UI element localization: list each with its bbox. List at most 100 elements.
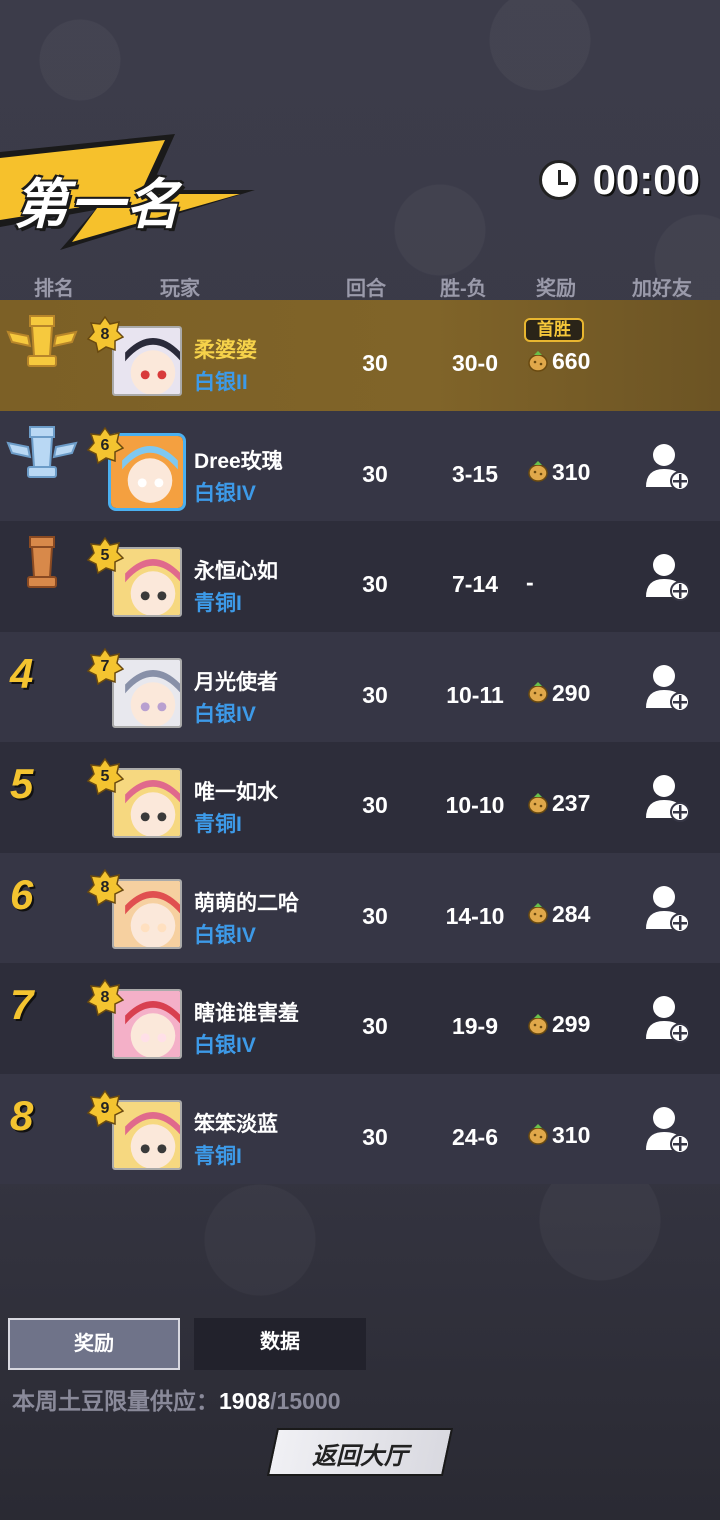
clock-icon bbox=[538, 160, 579, 200]
reward: 290 bbox=[526, 680, 590, 707]
reward-value: 237 bbox=[552, 790, 591, 816]
gold-trophy-icon bbox=[6, 315, 78, 367]
table-row: 7 8 瞎谁谁害羞 白银IV 30 19-9 299 bbox=[0, 963, 720, 1074]
win-loss: 19-9 bbox=[451, 1013, 499, 1039]
level-number: 8 bbox=[100, 878, 110, 896]
add-friend-icon[interactable] bbox=[642, 993, 692, 1043]
reward-value: 310 bbox=[552, 1121, 591, 1148]
add-friend-icon[interactable] bbox=[642, 1104, 692, 1154]
potato-coin-icon bbox=[528, 682, 548, 703]
timer-text: 00:00 bbox=[592, 156, 700, 203]
player-name: 瞎谁谁害羞 bbox=[194, 1002, 299, 1025]
col-reward: 奖励 bbox=[536, 278, 576, 300]
potato-coin-icon bbox=[528, 792, 548, 814]
supply-current: 1908 bbox=[219, 1388, 271, 1414]
player-name: Dree玫瑰 bbox=[194, 449, 283, 473]
col-add-friend: 加好友 bbox=[632, 278, 692, 300]
col-winloss: 胜-负 bbox=[440, 278, 487, 300]
rounds: 30 bbox=[362, 681, 388, 708]
level-number: 6 bbox=[100, 436, 110, 454]
rounds: 30 bbox=[362, 902, 388, 929]
col-rounds: 回合 bbox=[346, 278, 386, 300]
reward: 660 bbox=[526, 348, 590, 375]
player-name: 月光使者 bbox=[194, 670, 278, 694]
col-player: 玩家 bbox=[160, 278, 200, 300]
player-tier: 青铜I bbox=[194, 813, 242, 836]
player-name: 萌萌的二哈 bbox=[194, 891, 299, 915]
reward: 237 bbox=[526, 790, 590, 817]
win-loss: 30-0 bbox=[451, 350, 499, 376]
reward-value: 284 bbox=[552, 900, 591, 927]
player-tier: 白银II bbox=[194, 371, 248, 394]
win-loss: 24-6 bbox=[451, 1123, 499, 1150]
potato-coin-icon bbox=[528, 350, 548, 372]
tab-data[interactable]: 数据 bbox=[194, 1318, 366, 1370]
reward-value: 660 bbox=[552, 348, 591, 374]
table-row: 5 5 唯一如水 青铜I 30 10-10 237 bbox=[0, 742, 720, 853]
supply-label: 本周土豆限量供应： bbox=[12, 1388, 219, 1414]
reward: - bbox=[526, 569, 534, 596]
player-name: 笨笨淡蓝 bbox=[194, 1112, 278, 1136]
weekly-supply: 本周土豆限量供应：1908/15000 bbox=[12, 1382, 341, 1416]
level-number: 5 bbox=[100, 768, 110, 785]
rank-number: 4 bbox=[10, 649, 34, 697]
table-row: 6 8 萌萌的二哈 白银IV 30 14-10 284 bbox=[0, 852, 720, 963]
player-name: 柔婆婆 bbox=[194, 339, 257, 362]
tab-rewards[interactable]: 奖励 bbox=[8, 1318, 180, 1370]
rounds: 30 bbox=[362, 1123, 388, 1150]
column-headers: 排名 玩家 回合 胜-负 奖励 加好友 bbox=[0, 270, 720, 300]
col-rank: 排名 bbox=[34, 278, 74, 300]
bronze-trophy-icon bbox=[27, 536, 57, 588]
level-number: 8 bbox=[100, 989, 110, 1006]
reward-value: 299 bbox=[552, 1011, 591, 1037]
win-loss: 14-10 bbox=[445, 902, 505, 929]
player-tier: 白银IV bbox=[194, 1034, 256, 1057]
rounds: 30 bbox=[362, 792, 388, 818]
add-friend-icon[interactable] bbox=[642, 772, 692, 822]
potato-coin-icon bbox=[528, 1013, 548, 1035]
reward: 299 bbox=[526, 1011, 590, 1038]
rounds: 30 bbox=[362, 1013, 388, 1039]
level-number: 8 bbox=[100, 326, 110, 343]
potato-coin-icon bbox=[528, 461, 548, 482]
add-friend-icon[interactable] bbox=[642, 441, 692, 491]
rank-number: 6 bbox=[10, 870, 34, 918]
reward-value: 290 bbox=[552, 679, 591, 706]
table-row: 8 9 笨笨淡蓝 青铜I 30 24-6 310 bbox=[0, 1073, 720, 1184]
supply-max: /15000 bbox=[270, 1388, 341, 1414]
rank-number: 8 bbox=[10, 1091, 34, 1139]
level-number: 5 bbox=[100, 547, 110, 564]
first-win-badge: 首胜 bbox=[524, 318, 584, 342]
player-tier: 青铜I bbox=[194, 1144, 242, 1168]
leaderboard: 8 柔婆婆 白银II 30 30-0 首胜 660 6 Dree玫瑰 白银IV … bbox=[0, 300, 720, 1184]
player-tier: 白银IV bbox=[194, 702, 256, 726]
win-loss: 7-14 bbox=[451, 571, 499, 597]
rounds: 30 bbox=[362, 460, 388, 487]
add-friend-icon[interactable] bbox=[642, 551, 692, 601]
player-name: 唯一如水 bbox=[194, 781, 278, 804]
player-tier: 白银IV bbox=[194, 923, 256, 947]
reward: 310 bbox=[526, 459, 590, 486]
add-friend-icon[interactable] bbox=[642, 883, 692, 933]
win-loss: 3-15 bbox=[451, 460, 499, 487]
reward-value: - bbox=[526, 569, 534, 595]
level-number: 7 bbox=[100, 657, 110, 675]
add-friend-icon[interactable] bbox=[642, 662, 692, 712]
bottom-tabs: 奖励 数据 bbox=[8, 1318, 380, 1370]
page-title: 第一名 bbox=[14, 175, 182, 235]
silver-trophy-icon bbox=[6, 425, 78, 478]
reward: 310 bbox=[526, 1122, 590, 1149]
potato-coin-icon bbox=[528, 1124, 548, 1145]
timer: 00:00 bbox=[538, 156, 700, 204]
win-loss: 10-11 bbox=[446, 681, 504, 708]
rank-number: 5 bbox=[10, 760, 34, 807]
player-tier: 白银IV bbox=[194, 481, 256, 505]
potato-coin-icon bbox=[528, 903, 548, 924]
player-tier: 青铜I bbox=[194, 592, 242, 615]
back-to-lobby-label: 返回大厅 bbox=[312, 1443, 408, 1470]
rounds: 30 bbox=[362, 350, 388, 376]
rounds: 30 bbox=[362, 571, 388, 597]
win-loss: 10-10 bbox=[445, 792, 505, 818]
table-row: 6 Dree玫瑰 白银IV 30 3-15 310 bbox=[0, 410, 720, 521]
reward-value: 310 bbox=[552, 458, 591, 485]
